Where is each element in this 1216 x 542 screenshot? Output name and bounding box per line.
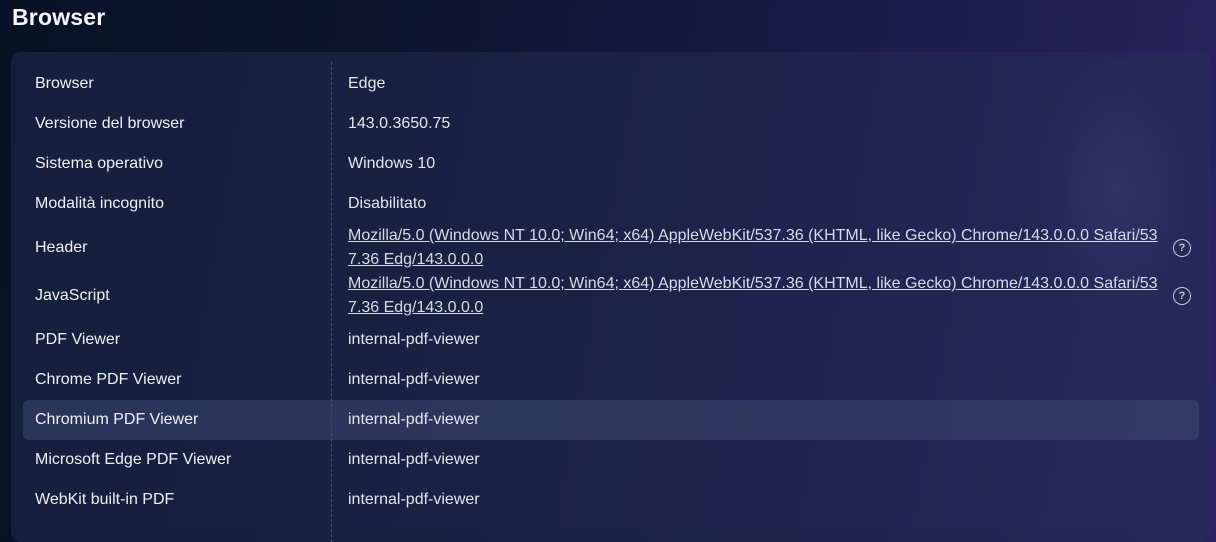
row-operating-system: Sistema operativo Windows 10 [23, 144, 1199, 184]
row-incognito-mode: Modalità incognito Disabilitato [23, 184, 1199, 224]
row-value-wrapper: Mozilla/5.0 (Windows NT 10.0; Win64; x64… [336, 272, 1199, 320]
row-label: Sistema operativo [35, 155, 164, 172]
row-label: Modalità incognito [35, 195, 164, 212]
row-label: Microsoft Edge PDF Viewer [35, 451, 232, 468]
row-value: Disabilitato [348, 195, 427, 212]
info-rows: Browser Edge Versione del browser 143.0.… [23, 64, 1199, 520]
browser-info-panel: Browser Edge Versione del browser 143.0.… [11, 52, 1211, 542]
row-value: internal-pdf-viewer [348, 491, 480, 508]
row-webkit-builtin-pdf: WebKit built-in PDF internal-pdf-viewer [23, 480, 1199, 520]
row-browser: Browser Edge [23, 64, 1199, 104]
row-label: PDF Viewer [35, 331, 121, 348]
row-label: Header [35, 239, 88, 256]
row-chrome-pdf-viewer: Chrome PDF Viewer internal-pdf-viewer [23, 360, 1199, 400]
row-chromium-pdf-viewer: Chromium PDF Viewer internal-pdf-viewer [23, 400, 1199, 440]
row-value: internal-pdf-viewer [348, 331, 480, 348]
header-user-agent-link[interactable]: Mozilla/5.0 (Windows NT 10.0; Win64; x64… [348, 224, 1166, 272]
row-value: internal-pdf-viewer [348, 451, 480, 468]
row-value: Windows 10 [348, 155, 436, 172]
row-value: Edge [348, 75, 386, 92]
row-label: Chromium PDF Viewer [35, 411, 199, 428]
row-label: Chrome PDF Viewer [35, 371, 182, 388]
row-label: JavaScript [35, 287, 110, 304]
row-label: WebKit built-in PDF [35, 491, 175, 508]
row-browser-version: Versione del browser 143.0.3650.75 [23, 104, 1199, 144]
row-header: Header Mozilla/5.0 (Windows NT 10.0; Win… [23, 224, 1199, 272]
row-value: 143.0.3650.75 [348, 115, 451, 132]
row-pdf-viewer: PDF Viewer internal-pdf-viewer [23, 320, 1199, 360]
row-label: Versione del browser [35, 115, 185, 132]
row-microsoft-edge-pdf-viewer: Microsoft Edge PDF Viewer internal-pdf-v… [23, 440, 1199, 480]
row-value-wrapper: Mozilla/5.0 (Windows NT 10.0; Win64; x64… [336, 224, 1199, 272]
row-label: Browser [35, 75, 94, 92]
row-value: internal-pdf-viewer [348, 371, 480, 388]
row-javascript: JavaScript Mozilla/5.0 (Windows NT 10.0;… [23, 272, 1199, 320]
help-icon[interactable]: ? [1173, 239, 1191, 257]
help-icon[interactable]: ? [1173, 287, 1191, 305]
javascript-user-agent-link[interactable]: Mozilla/5.0 (Windows NT 10.0; Win64; x64… [348, 272, 1166, 320]
page-title: Browser [12, 4, 106, 30]
row-value: internal-pdf-viewer [348, 411, 480, 428]
